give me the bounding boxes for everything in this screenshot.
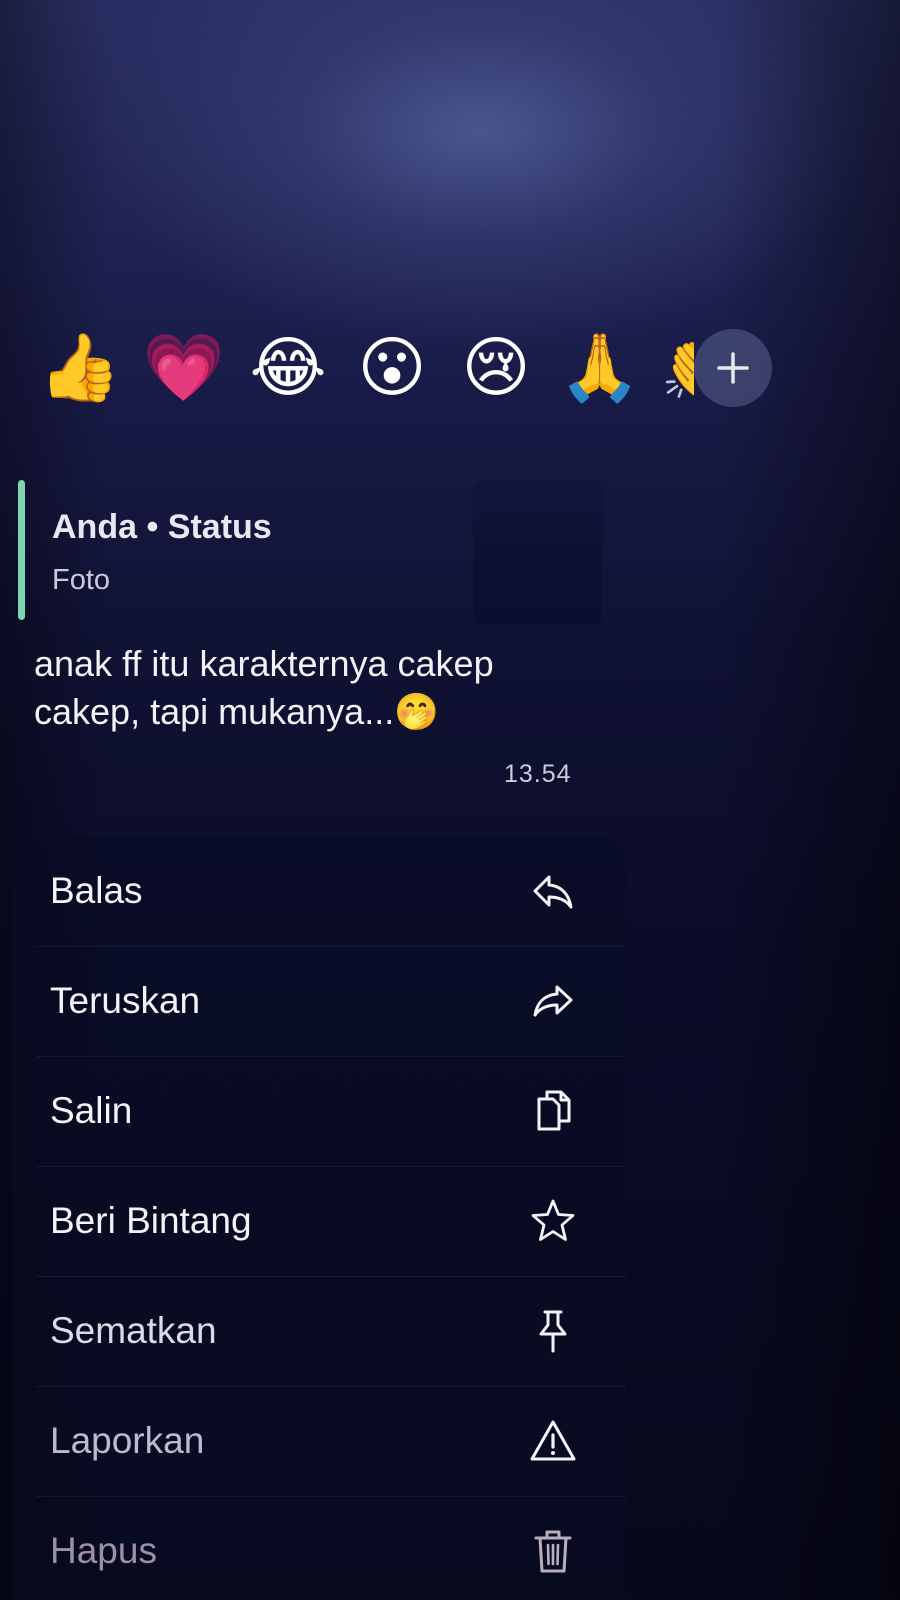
message-text: anak ff itu karakternya cakep cakep, tap… (34, 643, 494, 732)
reaction-crying-face[interactable]: 😢 (444, 323, 548, 413)
warning-icon (527, 1415, 579, 1467)
menu-item-label: Teruskan (50, 980, 201, 1021)
menu-item-label: Salin (50, 1090, 133, 1131)
message-context-menu: Balas Teruskan Salin Beri Bintang Sematk… (12, 836, 626, 1600)
trash-icon (527, 1525, 579, 1577)
reaction-laughing-tears[interactable]: 😂 (236, 323, 340, 413)
menu-item-pin[interactable]: Sematkan (12, 1276, 626, 1386)
menu-item-label: Laporkan (50, 1420, 205, 1461)
quoted-status[interactable]: Anda • Status Foto (18, 480, 603, 625)
menu-item-reply[interactable]: Balas (12, 836, 626, 946)
forward-icon (527, 975, 579, 1027)
menu-item-label: Hapus (50, 1530, 157, 1571)
reply-icon (527, 865, 579, 917)
menu-item-copy[interactable]: Salin (12, 1056, 626, 1166)
reaction-clapping-hands[interactable]: 👏 (652, 323, 694, 413)
menu-item-label: Balas (50, 870, 143, 911)
reaction-thumbs-up[interactable]: 👍 (28, 323, 132, 413)
menu-item-star[interactable]: Beri Bintang (12, 1166, 626, 1276)
menu-item-delete[interactable]: Hapus (12, 1496, 626, 1600)
reaction-surprised-face[interactable]: 😮 (340, 323, 444, 413)
plus-icon (717, 352, 749, 384)
menu-item-report[interactable]: Laporkan (12, 1386, 626, 1496)
menu-item-label: Beri Bintang (50, 1200, 252, 1241)
reaction-bar: 👍 💗 😂 😮 😢 🙏 👏 (28, 318, 808, 418)
quote-accent-bar (18, 480, 25, 620)
menu-item-label: Sematkan (50, 1310, 217, 1351)
reaction-folded-hands[interactable]: 🙏 (548, 323, 652, 413)
menu-item-forward[interactable]: Teruskan (12, 946, 626, 1056)
message-timestamp: 13.54 (504, 760, 572, 788)
pin-icon (527, 1305, 579, 1357)
reaction-heart[interactable]: 💗 (132, 323, 236, 413)
copy-icon (527, 1085, 579, 1137)
quote-title: Anda • Status (52, 508, 272, 546)
quote-thumbnail (473, 480, 603, 625)
star-icon (527, 1195, 579, 1247)
more-reactions-button[interactable] (694, 329, 772, 407)
quote-subtitle: Foto (52, 564, 111, 596)
